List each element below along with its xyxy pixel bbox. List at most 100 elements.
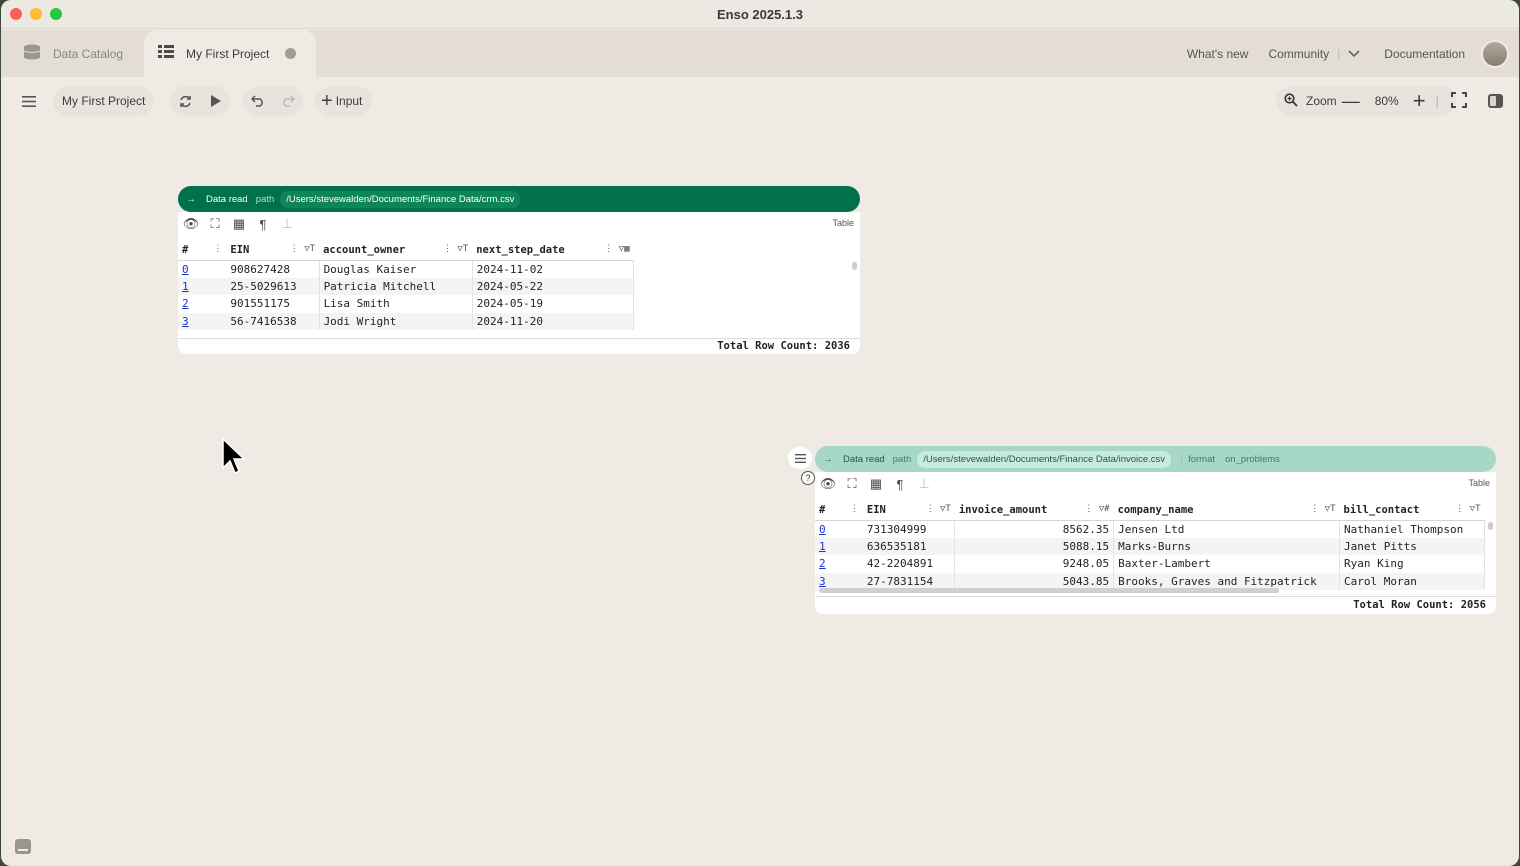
top-right-nav: What's new Community | Documentation [1167,30,1519,77]
on-problems-arg-label[interactable]: on_problems [1225,454,1280,465]
row-index-link[interactable]: 2 [178,295,226,313]
zoom-magnifier-icon [1284,92,1298,110]
play-icon[interactable] [200,86,230,116]
table-row: 0 731304999 8562.35 Jensen Ltd Nathaniel… [815,520,1485,538]
invoice-table: # ⋮ EIN ⋮ ▽T invoice_amount ⋮ ▽# company_na… [815,500,1485,591]
column-header[interactable]: next_step_date ⋮ ▽▦ [472,240,634,261]
expand-icon[interactable]: ⛶ [206,216,224,232]
window-controls [10,8,62,20]
close-tab-icon[interactable] [285,48,297,59]
refresh-icon[interactable] [170,86,200,116]
maximize-window-button[interactable] [50,8,62,20]
row-index-link[interactable]: 2 [815,555,863,573]
table-format-icon[interactable]: ▦ [230,216,248,232]
tab-label: Data Catalog [53,46,124,61]
node-keyword: Data read [843,453,885,465]
table-cell: 42-2204891 [862,555,956,573]
table-cell: 731304999 [862,520,956,538]
side-panel-toggle-icon[interactable] [1488,94,1503,108]
table-header-row: # ⋮ EIN ⋮ ▽T invoice_amount ⋮ ▽# company_na… [815,500,1485,521]
zoom-out-button[interactable]: — [1342,91,1360,112]
column-header[interactable]: EIN ⋮ ▽T [862,500,955,521]
add-input-button[interactable]: + Input [315,86,373,116]
zoom-controls: Zoom — 80% + | [1276,86,1467,116]
close-window-button[interactable] [10,8,22,20]
window-title: Enso 2025.1.3 [717,6,803,22]
table-cell: 2024-11-20 [472,312,635,331]
title-bar: Enso 2025.1.3 [1,0,1519,29]
column-header[interactable]: invoice_amount ⋮ ▽# [954,500,1114,521]
help-icon[interactable]: ? [801,471,815,485]
node-keyword: Data read [206,193,248,205]
table-cell: 2024-05-19 [472,295,635,313]
tab-label: My First Project [186,46,270,61]
row-index-link[interactable]: 0 [178,260,226,278]
avatar[interactable] [1481,39,1509,68]
viz-toolbar: 👁 ⛶ ▦ ¶ ⊥ [182,216,296,232]
column-header[interactable]: EIN ⋮ ▽T [226,240,320,261]
expand-icon[interactable]: ⛶ [843,476,861,492]
viz-type-selector[interactable]: Table [1468,478,1490,488]
menu-icon[interactable] [14,86,44,116]
table-cell: Carol Moran [1339,572,1485,591]
row-index-link[interactable]: 0 [815,520,863,538]
database-icon [23,44,41,63]
eye-icon[interactable]: 👁 [819,476,837,492]
viz-type-selector[interactable]: Table [832,218,854,228]
redo-icon[interactable] [273,86,303,116]
column-header[interactable]: # ⋮ [815,500,863,521]
path-arg-value[interactable]: /Users/stevewalden/Documents/Finance Dat… [917,450,1172,468]
documentation-link[interactable]: Documentation [1384,47,1465,61]
column-header[interactable]: account_owner ⋮ ▽T [319,240,473,261]
node-invoice-header[interactable]: → Data read path /Users/stevewalden/Docu… [815,446,1496,472]
minimize-window-button[interactable] [30,8,42,20]
bottom-panel-toggle-icon[interactable] [15,839,31,854]
community-link[interactable]: Community [1268,47,1329,61]
node-crm-header[interactable]: → Data read path /Users/stevewalden/Docu… [178,186,860,212]
history-controls [243,86,303,116]
table-cell: 908627428 [226,260,320,278]
path-arg-value[interactable]: /Users/stevewalden/Documents/Finance Dat… [280,190,521,208]
undo-icon[interactable] [243,86,273,116]
table-cell: Douglas Kaiser [319,260,473,278]
chevron-down-icon[interactable] [1348,47,1360,61]
horizontal-scrollbar[interactable] [819,588,1279,593]
input-label: Input [335,94,363,108]
tab-data-catalog[interactable]: Data Catalog [23,30,123,77]
crm-table: # ⋮ EIN ⋮ ▽T account_owner ⋮ ▽T next_step_d… [178,240,635,331]
pilcrow-icon[interactable]: ¶ [254,217,272,232]
column-header[interactable]: bill_contact ⋮ ▽T [1339,500,1485,521]
table-cell: Baxter-Lambert [1113,555,1341,573]
vertical-scrollbar[interactable] [1488,522,1493,530]
project-name-button[interactable]: My First Project [53,86,155,116]
column-header[interactable]: company_name ⋮ ▽T [1113,500,1340,521]
table-cell: Jodi Wright [319,312,473,331]
app-window: Enso 2025.1.3 Data Catalog My First Proj… [1,0,1519,866]
row-index-link[interactable]: 3 [178,312,227,331]
format-arg-label[interactable]: format [1181,453,1215,465]
table-cell: 25-5029613 [226,277,320,296]
fullscreen-icon[interactable] [1450,91,1467,111]
node-menu-icon[interactable] [788,447,812,469]
add-column-icon[interactable]: ⊥ [278,216,296,232]
table-row: 1 636535181 5088.15 Marks-Burns Janet Pi… [815,537,1485,556]
whats-new-link[interactable]: What's new [1187,47,1249,61]
table-cell: Patricia Mitchell [319,277,473,296]
table-cell: Marks-Burns [1113,537,1341,556]
project-name-label: My First Project [62,94,146,108]
row-index-link[interactable]: 1 [815,537,863,556]
table-cell: 56-7416538 [226,312,320,331]
table-cell: Ryan King [1339,555,1485,573]
row-index-link[interactable]: 1 [178,277,227,296]
zoom-in-button[interactable]: + [1413,90,1426,112]
total-row-count: Total Row Count: 2056 [1353,599,1486,611]
vertical-scrollbar[interactable] [852,262,857,270]
tab-my-first-project[interactable]: My First Project [144,30,316,77]
eye-icon[interactable]: 👁 [182,216,200,232]
table-cell: Jensen Ltd [1113,520,1341,538]
pilcrow-icon[interactable]: ¶ [891,477,909,492]
column-header[interactable]: # ⋮ [178,240,227,261]
plus-icon: + [321,90,333,112]
table-format-icon[interactable]: ▦ [867,476,885,492]
add-column-icon[interactable]: ⊥ [915,476,933,492]
